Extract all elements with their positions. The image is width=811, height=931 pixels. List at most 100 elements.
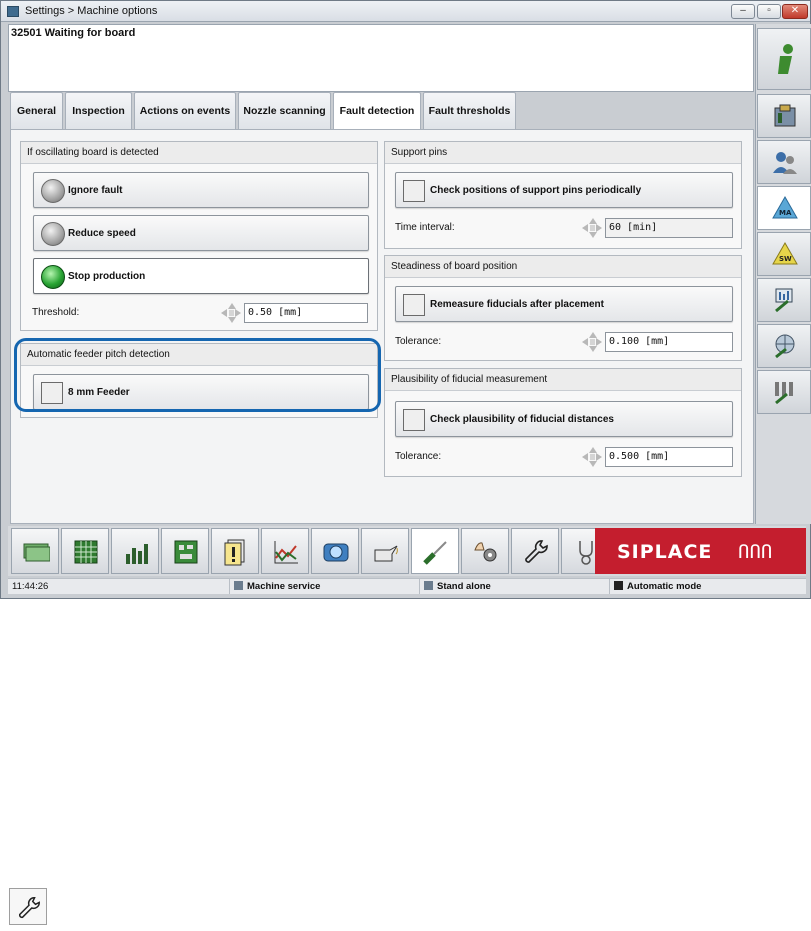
wrench-icon bbox=[525, 540, 548, 563]
brand-name: SIPLACE bbox=[617, 541, 713, 563]
oil-can-button[interactable] bbox=[361, 528, 409, 574]
ignore-fault-button[interactable]: Ignore fault bbox=[33, 172, 369, 208]
check-plausibility-button[interactable]: Check plausibility of fiducial distances bbox=[395, 401, 733, 437]
siplace-logo: SIPLACE ՈՈՈ bbox=[595, 528, 806, 574]
users-button[interactable] bbox=[757, 140, 811, 184]
spinner-arrows-icon[interactable] bbox=[582, 332, 602, 352]
spinner-arrows-icon[interactable] bbox=[582, 447, 602, 467]
threshold-input[interactable]: 0.50 [mm] bbox=[244, 303, 368, 323]
hand-gear-icon bbox=[474, 542, 497, 562]
tolerance-label: Tolerance: bbox=[395, 451, 442, 462]
feeder-tools-button[interactable] bbox=[757, 370, 811, 414]
tab-fault-thresholds[interactable]: Fault thresholds bbox=[423, 92, 516, 130]
status-time: 11:44:26 bbox=[8, 579, 230, 594]
threshold-label: Threshold: bbox=[32, 307, 80, 318]
fault-detection-panel: If oscillating board is detected Ignore … bbox=[10, 129, 754, 524]
camera-icon bbox=[323, 543, 349, 562]
status-bar: 11:44:26 Machine service Stand alone Aut… bbox=[8, 578, 806, 594]
status-user: Machine service bbox=[230, 579, 420, 594]
settings-window: Settings > Machine options – ▫ ✕ 32501 W… bbox=[0, 0, 811, 599]
user-icon bbox=[234, 581, 243, 590]
status-mode-automatic: Automatic mode bbox=[610, 579, 806, 594]
oil-can-icon bbox=[374, 545, 398, 562]
bottom-toolbar: SIPLACE ՈՈՈ bbox=[8, 526, 806, 576]
line-chart-icon bbox=[274, 541, 298, 564]
spinner-arrows-icon[interactable] bbox=[221, 303, 241, 323]
tab-inspection[interactable]: Inspection bbox=[65, 92, 132, 130]
screwdriver-icon bbox=[423, 541, 447, 565]
monitor-tools-button[interactable] bbox=[757, 278, 811, 322]
button-label: Check positions of support pins periodic… bbox=[430, 185, 642, 196]
tab-fault-detection[interactable]: Fault detection bbox=[333, 92, 421, 131]
warning-docs-button[interactable] bbox=[211, 528, 259, 574]
info-icon bbox=[778, 44, 793, 74]
checkbox-icon bbox=[403, 180, 425, 202]
line-chart-button[interactable] bbox=[261, 528, 309, 574]
brand-mark: ՈՈՈ bbox=[738, 541, 773, 563]
tolerance-label: Tolerance: bbox=[395, 336, 442, 347]
machine-button[interactable] bbox=[757, 94, 811, 138]
ma-icon: MA bbox=[772, 195, 798, 219]
status-message: 32501 Waiting for board bbox=[11, 27, 136, 39]
wrench-icon-box bbox=[9, 888, 47, 925]
grid-icon bbox=[74, 540, 98, 564]
globe-tools-icon bbox=[775, 334, 795, 359]
remeasure-fiducials-button[interactable]: Remeasure fiducials after placement bbox=[395, 286, 733, 322]
maximize-button[interactable]: ▫ bbox=[757, 4, 781, 19]
wrench-button[interactable] bbox=[511, 528, 559, 574]
users-icon bbox=[773, 152, 797, 174]
sw-button[interactable]: SW bbox=[757, 232, 811, 276]
ma-button[interactable]: MA bbox=[757, 186, 811, 230]
group-steadiness: Steadiness of board position Remeasure f… bbox=[384, 255, 742, 361]
group-support-pins: Support pins Check positions of support … bbox=[384, 141, 742, 249]
monitor-tools-icon bbox=[775, 288, 793, 313]
screwdriver-button[interactable] bbox=[411, 528, 459, 574]
time-interval-input[interactable]: 60 [min] bbox=[605, 218, 733, 238]
group-title: Plausibility of fiducial measurement bbox=[385, 369, 741, 391]
reduce-speed-button[interactable]: Reduce speed bbox=[33, 215, 369, 251]
board-icon bbox=[174, 540, 198, 564]
board-button[interactable] bbox=[161, 528, 209, 574]
check-support-pins-button[interactable]: Check positions of support pins periodic… bbox=[395, 172, 733, 208]
app-icon bbox=[7, 6, 19, 17]
money-icon bbox=[23, 543, 50, 562]
minimize-button[interactable]: – bbox=[731, 4, 755, 19]
tab-nozzle-scanning[interactable]: Nozzle scanning bbox=[238, 92, 331, 130]
spinner-arrows-icon[interactable] bbox=[582, 218, 602, 238]
checkbox-icon bbox=[403, 294, 425, 316]
radio-led-icon bbox=[41, 179, 65, 203]
group-title: Support pins bbox=[385, 142, 741, 164]
bar-chart-icon bbox=[126, 544, 148, 564]
right-toolbar: MA SW bbox=[755, 24, 811, 524]
group-plausibility: Plausibility of fiducial measurement Che… bbox=[384, 368, 742, 477]
group-title: Steadiness of board position bbox=[385, 256, 741, 278]
svg-text:SW: SW bbox=[779, 255, 792, 263]
time-interval-label: Time interval: bbox=[395, 222, 455, 233]
close-button[interactable]: ✕ bbox=[782, 4, 808, 19]
tab-general[interactable]: General bbox=[10, 92, 63, 130]
warning-docs-icon bbox=[224, 539, 245, 566]
plausibility-tolerance-input[interactable]: 0.500 [mm] bbox=[605, 447, 733, 467]
bar-chart-button[interactable] bbox=[111, 528, 159, 574]
button-label: Reduce speed bbox=[68, 228, 136, 239]
feeder-tools-icon bbox=[775, 382, 793, 405]
radio-led-on-icon bbox=[41, 265, 65, 289]
stop-production-button[interactable]: Stop production bbox=[33, 258, 369, 294]
status-mode-stand-alone: Stand alone bbox=[420, 579, 610, 594]
camera-button[interactable] bbox=[311, 528, 359, 574]
money-button[interactable] bbox=[11, 528, 59, 574]
machine-icon bbox=[774, 104, 796, 127]
grid-button[interactable] bbox=[61, 528, 109, 574]
sw-icon: SW bbox=[772, 241, 798, 265]
steadiness-tolerance-input[interactable]: 0.100 [mm] bbox=[605, 332, 733, 352]
checkbox-icon bbox=[403, 409, 425, 431]
button-label: Check plausibility of fiducial distances bbox=[430, 414, 614, 425]
radio-led-icon bbox=[41, 222, 65, 246]
globe-tools-button[interactable] bbox=[757, 324, 811, 368]
tab-actions-on-events[interactable]: Actions on events bbox=[134, 92, 236, 130]
info-button[interactable] bbox=[757, 28, 811, 90]
button-label: Remeasure fiducials after placement bbox=[430, 299, 604, 310]
button-label: Ignore fault bbox=[68, 185, 123, 196]
group-title: If oscillating board is detected bbox=[21, 142, 377, 164]
hand-gear-button[interactable] bbox=[461, 528, 509, 574]
